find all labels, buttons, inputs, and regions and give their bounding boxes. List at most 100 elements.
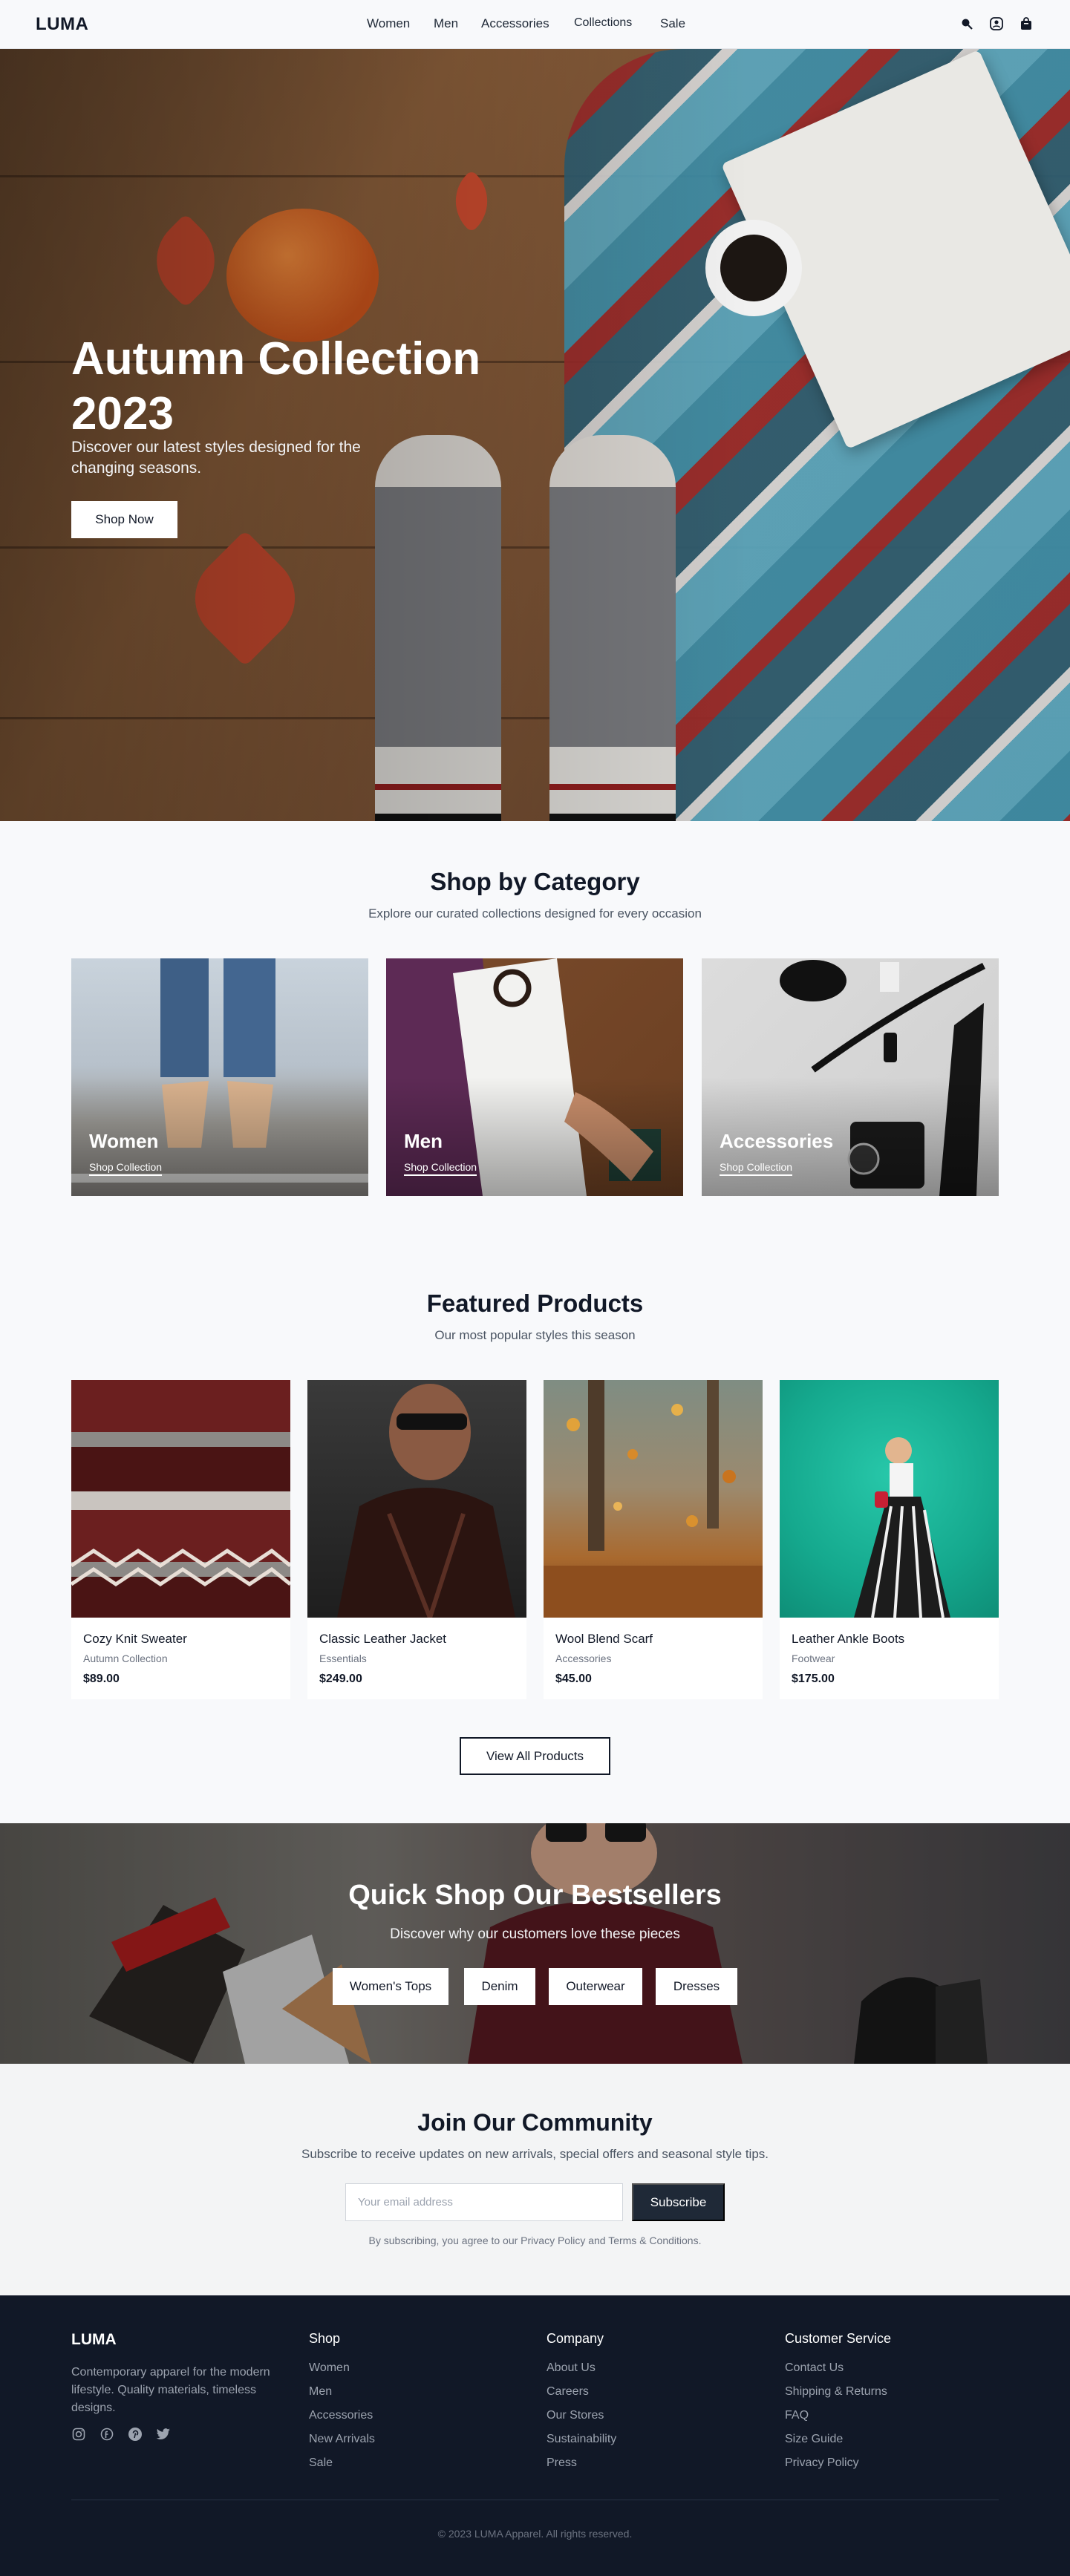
- footer-link[interactable]: Accessories: [309, 2409, 524, 2422]
- site-header: LUMA Women Men Accessories Collections S…: [0, 0, 1070, 49]
- category-card-accessories[interactable]: Accessories Shop Collection: [702, 958, 999, 1196]
- header-actions: [959, 16, 1034, 32]
- footer-column-shop: Shop Women Men Accessories New Arrivals …: [309, 2331, 524, 2480]
- footer-link[interactable]: Our Stores: [547, 2409, 762, 2422]
- featured-title: Featured Products: [426, 1289, 644, 1317]
- product-card[interactable]: Leather Ankle Boots Footwear $175.00: [780, 1380, 999, 1699]
- bag-icon[interactable]: [1018, 16, 1034, 32]
- footer-link[interactable]: Careers: [547, 2385, 762, 2399]
- bestsellers-title: Quick Shop Our Bestsellers: [348, 1880, 722, 1911]
- nav-men[interactable]: Men: [434, 16, 458, 31]
- bestsellers-banner: Quick Shop Our Bestsellers Discover why …: [0, 1823, 1070, 2064]
- shop-collection-link[interactable]: Shop Collection: [404, 1161, 477, 1176]
- facebook-icon[interactable]: [100, 2427, 114, 2442]
- newsletter-section: Join Our Community Subscribe to receive …: [0, 2064, 1070, 2295]
- email-field[interactable]: [345, 2183, 623, 2221]
- nav-women[interactable]: Women: [367, 16, 410, 31]
- product-card[interactable]: Cozy Knit Sweater Autumn Collection $89.…: [71, 1380, 290, 1699]
- product-image[interactable]: [307, 1380, 526, 1618]
- product-card[interactable]: Wool Blend Scarf Accessories $45.00: [544, 1380, 763, 1699]
- product-category: Accessories: [555, 1653, 612, 1664]
- instagram-icon[interactable]: [71, 2427, 86, 2442]
- hero-subtitle: Discover our latest styles designed for …: [71, 439, 361, 477]
- shop-collection-link[interactable]: Shop Collection: [89, 1161, 163, 1176]
- shop-collection-link[interactable]: Shop Collection: [720, 1161, 793, 1176]
- footer-link[interactable]: Contact Us: [785, 2361, 1000, 2375]
- newsletter-disclaimer: By subscribing, you agree to our Privacy…: [368, 2235, 702, 2246]
- product-name[interactable]: Wool Blend Scarf: [555, 1632, 653, 1647]
- hero-title: Autumn Collection 2023: [71, 333, 481, 439]
- main-nav: Women Men Accessories Collections Sale: [0, 16, 1070, 34]
- quick-shop-womens-tops-button[interactable]: Women's Tops: [333, 1968, 448, 2005]
- site-footer: LUMA Contemporary apparel for the modern…: [0, 2295, 1070, 2576]
- category-label: Accessories: [720, 1130, 834, 1152]
- autumn-leaves-photo: [544, 1380, 763, 1618]
- footer-link[interactable]: Women: [309, 2361, 524, 2375]
- nav-collections[interactable]: Collections: [574, 16, 632, 30]
- product-image[interactable]: [71, 1380, 290, 1618]
- footer-link[interactable]: FAQ: [785, 2409, 1000, 2422]
- newsletter-subtitle: Subscribe to receive updates on new arri…: [301, 2147, 769, 2161]
- category-overlay: [702, 958, 999, 1196]
- footer-link[interactable]: Sale: [309, 2456, 524, 2470]
- product-name[interactable]: Cozy Knit Sweater: [83, 1632, 187, 1647]
- footer-column-title: Customer Service: [785, 2331, 892, 2346]
- product-image[interactable]: [780, 1380, 999, 1618]
- footer-link[interactable]: New Arrivals: [309, 2433, 524, 2446]
- hero-banner: Autumn Collection 2023 Discover our late…: [0, 49, 1070, 821]
- categories-title: Shop by Category: [430, 868, 640, 895]
- product-price: $89.00: [83, 1673, 120, 1685]
- quick-shop-dresses-button[interactable]: Dresses: [656, 1968, 737, 2005]
- product-category: Autumn Collection: [83, 1653, 168, 1664]
- shop-now-button[interactable]: Shop Now: [71, 501, 177, 538]
- product-category: Footwear: [792, 1653, 835, 1664]
- product-image[interactable]: [544, 1380, 763, 1618]
- category-label: Men: [404, 1130, 443, 1152]
- product-card[interactable]: Classic Leather Jacket Essentials $249.0…: [307, 1380, 526, 1699]
- twitter-icon[interactable]: [156, 2427, 171, 2442]
- footer-column-title: Company: [547, 2331, 604, 2346]
- product-price: $45.00: [555, 1673, 592, 1685]
- featured-subtitle: Our most popular styles this season: [434, 1328, 636, 1342]
- social-links: [71, 2427, 171, 2442]
- footer-column-company: Company About Us Careers Our Stores Sust…: [547, 2331, 762, 2480]
- nav-sale[interactable]: Sale: [660, 16, 685, 31]
- footer-link[interactable]: Size Guide: [785, 2433, 1000, 2446]
- view-all-products-button[interactable]: View All Products: [460, 1737, 610, 1775]
- category-card-men[interactable]: Men Shop Collection: [386, 958, 683, 1196]
- copyright: © 2023 LUMA Apparel. All rights reserved…: [437, 2528, 633, 2540]
- quick-shop-outerwear-button[interactable]: Outerwear: [549, 1968, 642, 2005]
- product-price: $175.00: [792, 1673, 835, 1685]
- footer-description: Contemporary apparel for the modern life…: [71, 2366, 270, 2414]
- footer-link[interactable]: About Us: [547, 2361, 762, 2375]
- footer-logo[interactable]: LUMA: [71, 2331, 117, 2349]
- bestsellers-subtitle: Discover why our customers love these pi…: [390, 1926, 680, 1942]
- category-label: Women: [89, 1130, 159, 1152]
- footer-link[interactable]: Men: [309, 2385, 524, 2399]
- category-overlay: [386, 958, 683, 1196]
- category-card-women[interactable]: Women Shop Collection: [71, 958, 368, 1196]
- footer-link[interactable]: Shipping & Returns: [785, 2385, 1000, 2399]
- product-name[interactable]: Leather Ankle Boots: [792, 1632, 904, 1647]
- product-price: $249.00: [319, 1673, 362, 1685]
- pinterest-icon[interactable]: [128, 2427, 143, 2442]
- search-icon[interactable]: [959, 16, 975, 32]
- leather-jacket-photo: [337, 1384, 515, 1618]
- category-overlay: [71, 958, 368, 1196]
- newsletter-title: Join Our Community: [417, 2109, 653, 2136]
- subscribe-button[interactable]: Subscribe: [632, 2183, 725, 2221]
- account-icon[interactable]: [988, 16, 1005, 32]
- fashion-model-photo: [854, 1437, 950, 1618]
- product-category: Essentials: [319, 1653, 367, 1664]
- footer-link[interactable]: Sustainability: [547, 2433, 762, 2446]
- footer-link[interactable]: Press: [547, 2456, 762, 2470]
- quick-shop-denim-button[interactable]: Denim: [464, 1968, 535, 2005]
- footer-column-title: Shop: [309, 2331, 341, 2346]
- sweater-pattern: [71, 1548, 290, 1587]
- footer-column-customer-service: Customer Service Contact Us Shipping & R…: [785, 2331, 1000, 2480]
- categories-subtitle: Explore our curated collections designed…: [368, 906, 702, 921]
- nav-accessories[interactable]: Accessories: [481, 16, 549, 31]
- bestsellers-background-image: [0, 1823, 1070, 2064]
- product-name[interactable]: Classic Leather Jacket: [319, 1632, 446, 1647]
- footer-link[interactable]: Privacy Policy: [785, 2456, 1000, 2470]
